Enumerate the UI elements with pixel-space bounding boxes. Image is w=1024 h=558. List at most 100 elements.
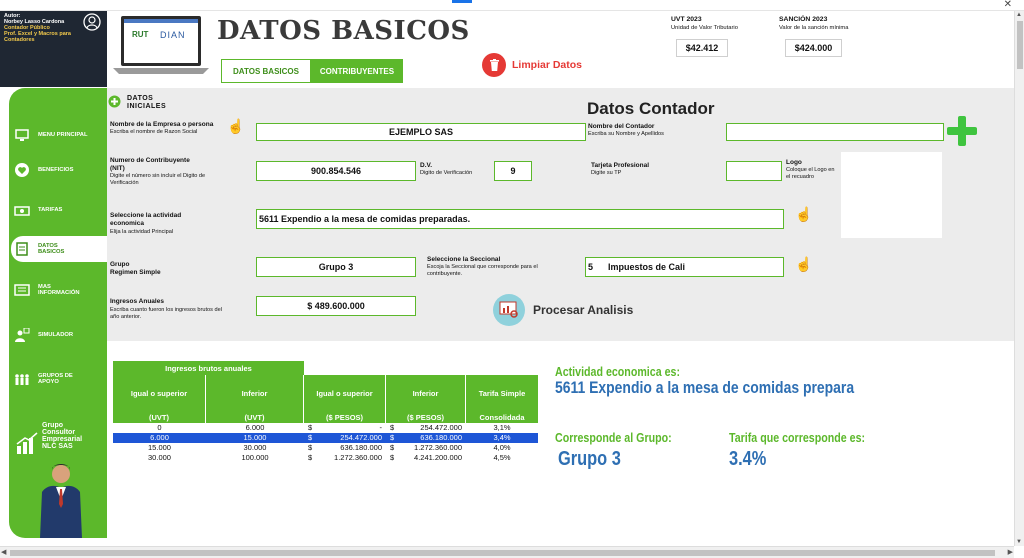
logo-hint: Coloque el Logo en el recuadro	[786, 167, 835, 180]
author-info: Autor: Norbey Lasso Cardona Contador Púb…	[4, 13, 84, 43]
actividad-label: Seleccione la actividad economica	[110, 212, 182, 227]
tp-field[interactable]	[726, 161, 782, 181]
monitor-icon	[15, 129, 29, 141]
resultado-grupo-label: Corresponde al Grupo:	[555, 430, 672, 445]
resultado-actividad-label: Actividad economica es:	[555, 364, 681, 379]
empresa-label: Nombre de la Empresa o persona	[110, 121, 214, 128]
grupo-label: Grupo Regimen Simple	[110, 261, 161, 276]
nit-hint: Digite el número sin incluir el Digito d…	[110, 173, 206, 186]
sancion-subtitle: Valor de la sanción mínima	[779, 25, 849, 31]
contador-section-title: Datos Contador	[587, 99, 715, 118]
table-header: Inferior (UVT)	[206, 375, 304, 423]
sidebar-item-menu-principal[interactable]: Menu principal	[11, 122, 107, 148]
section-title: DATOS INICIALES	[127, 95, 167, 110]
author-role-2: Prof. Excel y Macros para Contadores	[4, 31, 71, 43]
add-contador-plus-icon[interactable]	[947, 116, 977, 146]
seccional-label: Seleccione la Seccional	[427, 256, 501, 263]
resultado-actividad-value: 5611 Expendio a la mesa de comidas prepa…	[555, 378, 855, 397]
sidebar-item-label: Grupos de apoyo	[38, 372, 73, 386]
close-window-icon[interactable]: ✕	[1004, 0, 1012, 10]
table-header: Inferior ($ PESOS)	[386, 375, 466, 423]
horizontal-scrollbar[interactable]: ◀ ▶	[0, 546, 1014, 558]
tp-hint: Digite su TP	[591, 170, 622, 176]
ingresos-hint: Escriba cuanto fueron los ingresos bruto…	[110, 307, 222, 320]
user-avatar-icon	[83, 13, 101, 31]
logo-label: Logo	[786, 159, 802, 166]
actividad-select[interactable]: 5611 Expendio a la mesa de comidas prepa…	[256, 209, 784, 229]
info-icon	[14, 284, 30, 296]
tab-contribuyentes[interactable]: CONTRIBUYENTES	[311, 59, 403, 83]
titlebar-indicator	[452, 0, 472, 3]
table-row: 0 6.000 $ - $254.472.000 3,1%	[157, 423, 511, 432]
sidebar-item-datos-basicos[interactable]: Datos basicos	[11, 236, 107, 262]
table-row: 15.000 30.000 $636.180.000 $1.272.360.00…	[148, 443, 511, 452]
sidebar-item-beneficios[interactable]: Beneficios	[11, 157, 107, 183]
scroll-down-icon[interactable]: ▼	[1016, 539, 1022, 545]
author-photo	[40, 464, 82, 538]
vertical-scroll-thumb[interactable]	[1017, 21, 1023, 69]
add-circle-icon[interactable]	[108, 95, 121, 108]
nit-field[interactable]: 900.854.546	[256, 161, 416, 181]
seccional-select[interactable]: 5 Impuestos de Cali	[585, 257, 784, 277]
pointing-hand-icon: ☝	[795, 206, 813, 222]
uvt-subtitle: Unidad de Valor Tributario	[671, 25, 738, 31]
dv-field[interactable]: 9	[494, 161, 532, 181]
empresa-hint: Escriba el nombre de Razon Social	[110, 129, 198, 135]
tp-label: Tarjeta Profesional	[591, 162, 650, 169]
sidebar-item-mas-informacion[interactable]: Mas información	[11, 277, 107, 303]
sidebar-item-label: Menu principal	[38, 131, 88, 138]
page-title: DATOS BASICOS	[217, 16, 470, 46]
uvt-title: UVT 2023	[671, 16, 702, 23]
group-icon	[15, 374, 29, 385]
people-icon	[15, 328, 30, 342]
contador-name-label: Nombre del Contador	[588, 123, 655, 130]
clipboard-icon	[16, 242, 28, 256]
table-header: Igual o superior ($ PESOS)	[304, 375, 386, 423]
procesar-analisis-label: Procesar Analisis	[533, 303, 634, 317]
laptop-illustration	[113, 16, 209, 74]
sidebar-item-tarifas[interactable]: Tarifas	[11, 197, 107, 223]
horizontal-scroll-thumb[interactable]	[10, 550, 995, 556]
scroll-up-icon[interactable]: ▲	[1016, 12, 1022, 18]
ingresos-field[interactable]: $ 489.600.000	[256, 296, 416, 316]
resultado-grupo-value: Grupo 3	[558, 448, 621, 470]
procesar-analisis-button[interactable]: Procesar Analisis	[493, 294, 633, 326]
limpiar-datos-label: Limpiar Datos	[512, 59, 583, 71]
pointing-hand-icon: ☝	[795, 256, 813, 272]
ingresos-label: Ingresos Anuales	[110, 298, 164, 305]
uvt-value: $42.412	[676, 39, 728, 57]
sidebar-item-label: Tarifas	[38, 206, 63, 213]
tab-datos-basicos[interactable]: DATOS BASICOS	[221, 59, 311, 83]
sidebar-item-simulador[interactable]: Simulador	[11, 322, 107, 348]
scroll-left-icon[interactable]: ◀	[1, 548, 6, 556]
sidebar-item-grupos-de-apoyo[interactable]: Grupos de apoyo	[11, 366, 107, 392]
resultado-tarifa-label: Tarifa que corresponde es:	[729, 430, 866, 445]
contador-name-field[interactable]	[726, 123, 944, 141]
limpiar-datos-button[interactable]: Limpiar Datos	[482, 53, 582, 77]
table-row-selected[interactable]: 6.000 15.000 $254.472.000 $636.180.000 3…	[113, 433, 538, 443]
bar-chart-logo-icon	[16, 432, 38, 454]
dv-label: D.V.	[420, 162, 433, 169]
pointing-hand-icon: ☝	[227, 118, 245, 134]
brand-name: Grupo Consultor Empresarial NLC SAS	[42, 422, 83, 450]
logo-dropzone[interactable]	[841, 152, 942, 238]
contador-name-hint: Escriba su Nombre y Apellidos	[588, 131, 664, 137]
grupo-field: Grupo 3	[256, 257, 416, 277]
table-title: Ingresos brutos anuales	[113, 361, 304, 375]
rut-logo-text: RUT	[132, 30, 149, 39]
sancion-title: SANCIÓN 2023	[779, 16, 828, 23]
table-header: Igual o superior (UVT)	[113, 375, 206, 423]
sidebar-item-label: Mas información	[38, 283, 80, 297]
analysis-icon	[493, 294, 525, 326]
dian-logo-text: DIAN	[160, 30, 186, 40]
table-header: Tarifa Simple Consolidada	[466, 375, 538, 423]
nit-label: Numero de Contribuyente (NIT)	[110, 157, 190, 172]
scroll-right-icon[interactable]: ▶	[1008, 548, 1013, 556]
sidebar-item-label: Beneficios	[38, 166, 74, 173]
heart-icon	[15, 163, 29, 177]
empresa-field[interactable]: EJEMPLO SAS	[256, 123, 586, 141]
trash-icon	[482, 53, 506, 77]
resultado-tarifa-value: 3.4%	[729, 448, 767, 470]
vertical-scrollbar[interactable]: ▲ ▼	[1014, 11, 1024, 546]
seccional-hint: Escoja la Seccional que corresponde para…	[427, 264, 538, 277]
